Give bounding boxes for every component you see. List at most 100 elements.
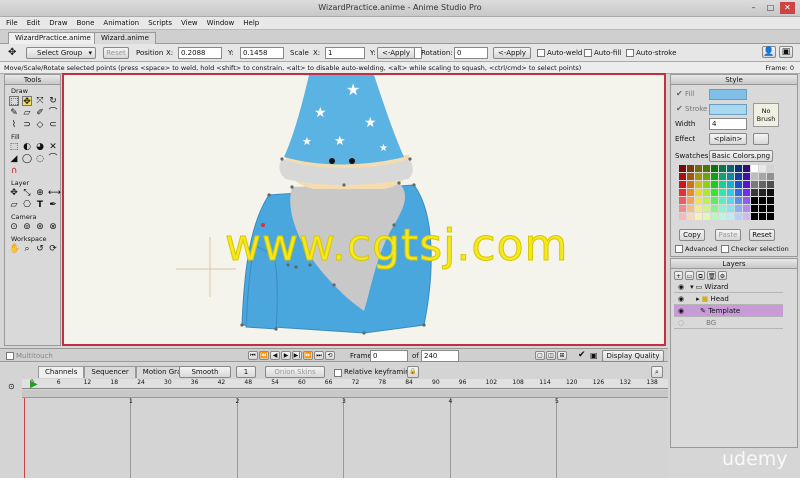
timeline-tracks[interactable]: 1 2 3 4 5 (22, 398, 668, 478)
select-points-tool-icon[interactable]: ⬚ (9, 96, 19, 107)
stroke-color-swatch[interactable] (709, 104, 747, 115)
rotation-field[interactable]: 0 (454, 47, 488, 59)
rotate-layer-tool-icon[interactable]: ⊕ (35, 188, 45, 198)
minimize-button[interactable]: – (746, 2, 761, 14)
menu-bone[interactable]: Bone (77, 19, 95, 27)
set-origin-tool-icon[interactable]: ✥ (9, 188, 19, 198)
color-swatch[interactable] (751, 189, 758, 196)
color-swatch[interactable] (743, 165, 750, 172)
color-swatch[interactable] (679, 205, 686, 212)
color-swatch[interactable] (727, 189, 734, 196)
width-field[interactable]: 4 (709, 118, 747, 130)
account-icon[interactable]: ▣ (779, 46, 793, 58)
checker-selection-checkbox[interactable] (721, 245, 729, 253)
effect-dropdown[interactable]: <plain> (709, 133, 747, 145)
color-swatch[interactable] (711, 213, 718, 220)
color-swatch[interactable] (711, 189, 718, 196)
new-group-icon[interactable]: ▭ (685, 271, 694, 280)
step-back-icon[interactable]: ◀ (270, 351, 280, 360)
stroke-checkmark-icon[interactable]: ✔ (676, 104, 683, 113)
onion-skins-button[interactable]: Onion Skins (265, 366, 325, 378)
current-frame-field[interactable]: 0 (370, 350, 408, 362)
tab-channels[interactable]: Channels (38, 366, 85, 378)
color-swatch[interactable] (695, 213, 702, 220)
color-swatch[interactable] (767, 189, 774, 196)
rotate-workspace-tool-icon[interactable]: ↺ (35, 244, 45, 254)
color-swatch[interactable] (727, 165, 734, 172)
eye-icon[interactable]: ◉ (674, 295, 684, 303)
apply-scale-button[interactable]: <-Apply (377, 47, 415, 59)
color-swatch[interactable] (727, 181, 734, 188)
color-swatch[interactable] (735, 173, 742, 180)
close-button[interactable]: ✕ (780, 2, 795, 14)
color-swatch[interactable] (695, 197, 702, 204)
color-swatch[interactable] (751, 205, 758, 212)
color-swatch[interactable] (751, 197, 758, 204)
reset-style-button[interactable]: Reset (749, 229, 775, 241)
translate-points-tool-icon[interactable]: ✥ (22, 96, 32, 107)
select-group-dropdown[interactable]: Select Group ▾ (26, 47, 96, 59)
menu-file[interactable]: File (6, 19, 18, 27)
color-swatch[interactable] (743, 173, 750, 180)
scale-points-tool-icon[interactable]: ⤧ (35, 96, 45, 106)
eye-icon[interactable]: ◌ (674, 319, 684, 327)
keyframe-mode-icon[interactable]: ⊙ (8, 382, 15, 391)
auto-stroke-checkbox[interactable] (626, 49, 634, 57)
color-swatch[interactable] (679, 213, 686, 220)
color-swatch[interactable] (759, 213, 766, 220)
curve-profile-tool-icon[interactable]: ⌒ (48, 154, 58, 164)
menu-animation[interactable]: Animation (103, 19, 139, 27)
frame-icon[interactable]: ▣ (590, 351, 598, 360)
track-camera-tool-icon[interactable]: ⊙ (9, 222, 19, 232)
first-frame-icon[interactable]: ⏮ (248, 351, 258, 360)
eye-icon[interactable]: ◉ (674, 283, 684, 291)
curvature-tool-icon[interactable]: ⌒ (48, 108, 58, 118)
fill-color-swatch[interactable] (709, 89, 747, 100)
pan-tilt-camera-tool-icon[interactable]: ⊗ (48, 222, 58, 232)
menu-edit[interactable]: Edit (27, 19, 41, 27)
timeline-ruler[interactable]: 0 6 12 18 24 30 36 42 48 54 60 66 72 78 84 90 96 102 108 11… (22, 379, 668, 389)
color-swatch[interactable] (743, 181, 750, 188)
color-swatch[interactable] (711, 165, 718, 172)
split-view-icon[interactable]: ◫ (546, 351, 556, 360)
color-swatch[interactable] (679, 173, 686, 180)
color-swatch[interactable] (703, 189, 710, 196)
menu-window[interactable]: Window (207, 19, 235, 27)
menu-view[interactable]: View (181, 19, 198, 27)
color-swatch[interactable] (751, 181, 758, 188)
color-swatch[interactable] (759, 197, 766, 204)
maximize-button[interactable]: □ (763, 2, 778, 14)
color-swatch[interactable] (735, 181, 742, 188)
color-swatch[interactable] (687, 213, 694, 220)
color-swatch[interactable] (767, 197, 774, 204)
advanced-checkbox[interactable] (675, 245, 683, 253)
menu-scripts[interactable]: Scripts (148, 19, 172, 27)
color-swatch[interactable] (767, 173, 774, 180)
color-swatch[interactable] (695, 181, 702, 188)
delete-layer-icon[interactable]: 🗑 (707, 271, 716, 280)
zoom-camera-tool-icon[interactable]: ⊚ (22, 222, 32, 232)
timeline-scrollbar[interactable] (22, 390, 668, 398)
color-swatch[interactable] (695, 165, 702, 172)
multitouch-checkbox[interactable] (6, 352, 14, 360)
color-swatch[interactable] (703, 197, 710, 204)
color-swatch[interactable] (743, 197, 750, 204)
delete-edge-tool-icon[interactable]: ⌇ (9, 120, 19, 130)
color-swatch[interactable] (687, 173, 694, 180)
color-swatch[interactable] (679, 189, 686, 196)
zoom-in-icon[interactable]: ⌕ (651, 366, 663, 378)
color-swatch[interactable] (759, 181, 766, 188)
orbit-workspace-tool-icon[interactable]: ⟳ (48, 244, 58, 254)
color-swatch[interactable] (735, 197, 742, 204)
color-swatch[interactable] (719, 165, 726, 172)
layer-row-head[interactable]: ◉ ▸ ■ Head (674, 293, 783, 305)
stroke-exposure-tool-icon[interactable]: ◌ (35, 154, 45, 164)
playhead-icon[interactable]: ▶ (30, 379, 38, 390)
color-swatch[interactable] (759, 205, 766, 212)
new-layer-icon[interactable]: + (674, 271, 683, 280)
eye-icon[interactable]: ◉ (674, 307, 684, 315)
color-swatch[interactable] (703, 181, 710, 188)
perspective-tool-icon[interactable]: ◇ (35, 120, 45, 130)
color-swatch[interactable] (703, 205, 710, 212)
step-forward-icon[interactable]: ▶| (292, 351, 302, 360)
